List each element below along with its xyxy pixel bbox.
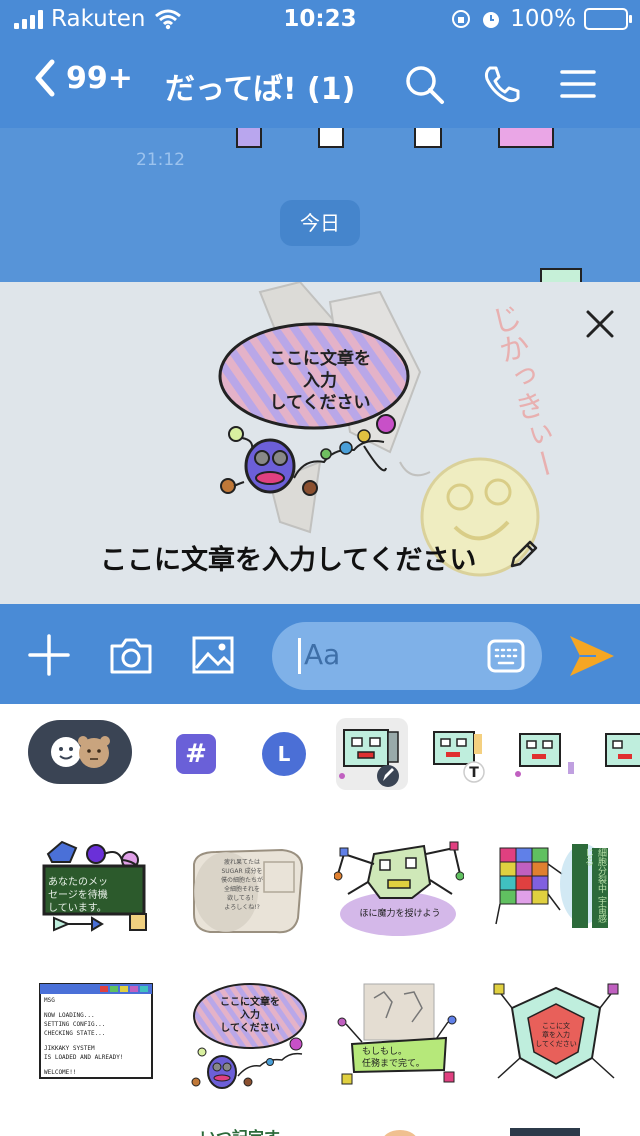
robot-text-sticker-icon[interactable]: T bbox=[428, 724, 488, 784]
sticker-item[interactable]: MSG NOW LOADING... SETTING CONFIG... CHE… bbox=[34, 978, 164, 1098]
sticker-item[interactable]: もしもし。 任務まで完て。 bbox=[334, 978, 464, 1098]
bubble-line: ここに文章を bbox=[269, 349, 371, 369]
sticker-line: WELCOME!! bbox=[44, 1069, 77, 1076]
battery-percent: 100% bbox=[510, 6, 576, 32]
text-badge: T bbox=[469, 765, 479, 781]
sticker-line: SUGAR 成分を bbox=[221, 868, 263, 875]
send-icon[interactable] bbox=[566, 630, 618, 682]
bubble-line: してください bbox=[269, 393, 371, 413]
plus-icon[interactable] bbox=[26, 632, 72, 678]
sticker-image bbox=[337, 983, 457, 1085]
sticker-item[interactable] bbox=[492, 1120, 622, 1136]
sticker-image bbox=[333, 841, 465, 936]
sticker-item[interactable]: あなたのメッ セージを待機 しています。 bbox=[34, 834, 164, 954]
status-bar: Rakuten 10:23 100% bbox=[0, 0, 640, 40]
sticker-line: 僕の細胞たちが bbox=[220, 877, 263, 884]
preview-bubble-text: ここに文章を 入力 してください bbox=[234, 348, 406, 414]
sticker-item[interactable]: 疲れ果てたは SUGAR 成分を 僕の細胞たちが 全細胞それを 欲してる！ よろ… bbox=[186, 834, 316, 954]
robot-sticker-icon bbox=[339, 729, 399, 787]
phone-icon[interactable] bbox=[480, 62, 524, 106]
message-input[interactable]: Aa bbox=[272, 622, 542, 690]
sticker-text: ここに文 章を入力 してください bbox=[532, 1022, 580, 1049]
sticker-line: あなたのメッ bbox=[48, 877, 108, 888]
sticker-item[interactable]: ここに文 章を入力 してください bbox=[492, 978, 622, 1098]
emoji-sticker-tab[interactable] bbox=[28, 720, 132, 784]
sticker-text: 疲れ果てたは SUGAR 成分を 僕の細胞たちが 全細胞それを 欲してる！ よろ… bbox=[212, 858, 272, 912]
sticker-item[interactable]: いつ記定す bbox=[186, 1120, 316, 1136]
close-icon[interactable] bbox=[582, 306, 618, 342]
status-right: 100% bbox=[450, 6, 632, 32]
chevron-left-icon bbox=[35, 59, 55, 97]
text-cursor bbox=[298, 638, 301, 674]
date-separator: 今日 bbox=[280, 200, 360, 246]
sticker-line: 任務まで完て。 bbox=[362, 1059, 425, 1069]
menu-icon[interactable] bbox=[556, 62, 600, 106]
message-placeholder: Aa bbox=[304, 638, 341, 671]
sticker-fragment bbox=[414, 128, 442, 148]
sticker-line: セージを待機 bbox=[48, 890, 108, 901]
pencil-edit-icon[interactable] bbox=[506, 538, 540, 572]
sticker-text: あなたのメッ セージを待機 しています。 bbox=[48, 876, 140, 915]
back-button[interactable]: 99+ bbox=[32, 58, 133, 98]
sticker-preview: じかっきぃー ここに文章を 入力 してください ここに文章を入力してください bbox=[0, 282, 640, 604]
sticker-line: CHECKING STATE... bbox=[44, 1030, 106, 1037]
sticker-line: してください bbox=[220, 1023, 280, 1034]
sticker-line: 欲してる！ bbox=[227, 895, 257, 902]
sticker-fragment bbox=[540, 268, 582, 282]
sticker-line: 章を入力 bbox=[542, 1031, 570, 1039]
battery-icon bbox=[584, 8, 632, 30]
sticker-grid: あなたのメッ セージを待機 しています。 疲れ果てたは SUGAR 成分を 僕の… bbox=[0, 804, 640, 1136]
sticker-line: 疲れ果てたは bbox=[223, 859, 260, 866]
chat-title[interactable]: だってば! (1) bbox=[165, 64, 355, 108]
sticker-item[interactable] bbox=[334, 1120, 464, 1136]
sticker-line: JIKKAKY SYSTEM bbox=[44, 1045, 95, 1052]
message-timestamp: 21:12 bbox=[136, 150, 185, 170]
sticker-image bbox=[384, 1130, 416, 1136]
sticker-item[interactable]: ここに文章を 入力 してください bbox=[186, 978, 316, 1098]
sticker-line: 全細胞それを bbox=[223, 886, 260, 893]
sticker-pack-tab-selected[interactable] bbox=[336, 718, 408, 790]
sticker-fragment bbox=[236, 128, 262, 148]
line-tab[interactable]: L bbox=[262, 732, 306, 776]
sticker-line: 入力 bbox=[240, 1010, 260, 1021]
sticker-tabs: # L T bbox=[0, 704, 640, 804]
robot-sticker-icon[interactable] bbox=[514, 724, 574, 784]
sticker-text: ここに文章を 入力 してください bbox=[208, 996, 292, 1035]
sticker-text: ほに魔力を授けよう bbox=[359, 909, 441, 919]
sticker-line: してください bbox=[535, 1040, 577, 1048]
sticker-line: SETTING CONFIG... bbox=[44, 1021, 106, 1028]
sticker-line: IS LOADED AND ALREADY! bbox=[44, 1054, 124, 1061]
emoji-keyboard-icon[interactable] bbox=[486, 636, 526, 676]
sticker-text: MSG NOW LOADING... SETTING CONFIG... CHE… bbox=[44, 996, 150, 1077]
search-icon[interactable] bbox=[402, 62, 446, 106]
sticker-line: もしもし。 bbox=[362, 1047, 408, 1057]
preview-caption: ここに文章を入力してください bbox=[100, 545, 477, 576]
sticker-line: よろしくね!? bbox=[224, 904, 260, 911]
sticker-fragment bbox=[318, 128, 344, 148]
hashtag-tab[interactable]: # bbox=[176, 734, 216, 774]
sticker-line: ここに文 bbox=[542, 1022, 570, 1030]
orientation-lock-icon bbox=[452, 10, 471, 28]
chat-header: 99+ だってば! (1) bbox=[0, 40, 640, 128]
chat-area[interactable]: 21:12 今日 bbox=[0, 128, 640, 282]
camera-icon[interactable] bbox=[108, 632, 154, 678]
sticker-image bbox=[510, 1128, 580, 1136]
sticker-item[interactable]: 細胞分裂中 宇宙感じる bbox=[492, 834, 622, 954]
sticker-line: ここに文章を bbox=[220, 997, 280, 1008]
sticker-text: もしもし。 任務まで完て。 bbox=[362, 1046, 442, 1070]
sticker-line: NOW LOADING... bbox=[44, 1012, 95, 1019]
smiley-bear-icon bbox=[51, 736, 110, 768]
sticker-item[interactable]: ほに魔力を授けよう bbox=[333, 834, 465, 954]
alarm-icon bbox=[483, 12, 500, 28]
sticker-fragment bbox=[498, 128, 554, 148]
input-bar: Aa bbox=[0, 604, 640, 704]
sticker-line: MSG bbox=[44, 997, 55, 1004]
sticker-text: 細胞分裂中 宇宙感じる bbox=[583, 848, 606, 923]
image-icon[interactable] bbox=[190, 632, 236, 678]
sticker-line: しています。 bbox=[48, 903, 107, 914]
unread-count: 99+ bbox=[66, 60, 133, 96]
robot-sticker-icon[interactable] bbox=[600, 724, 640, 784]
bubble-line: 入力 bbox=[303, 371, 337, 391]
sticker-text: いつ記定す bbox=[200, 1124, 280, 1136]
